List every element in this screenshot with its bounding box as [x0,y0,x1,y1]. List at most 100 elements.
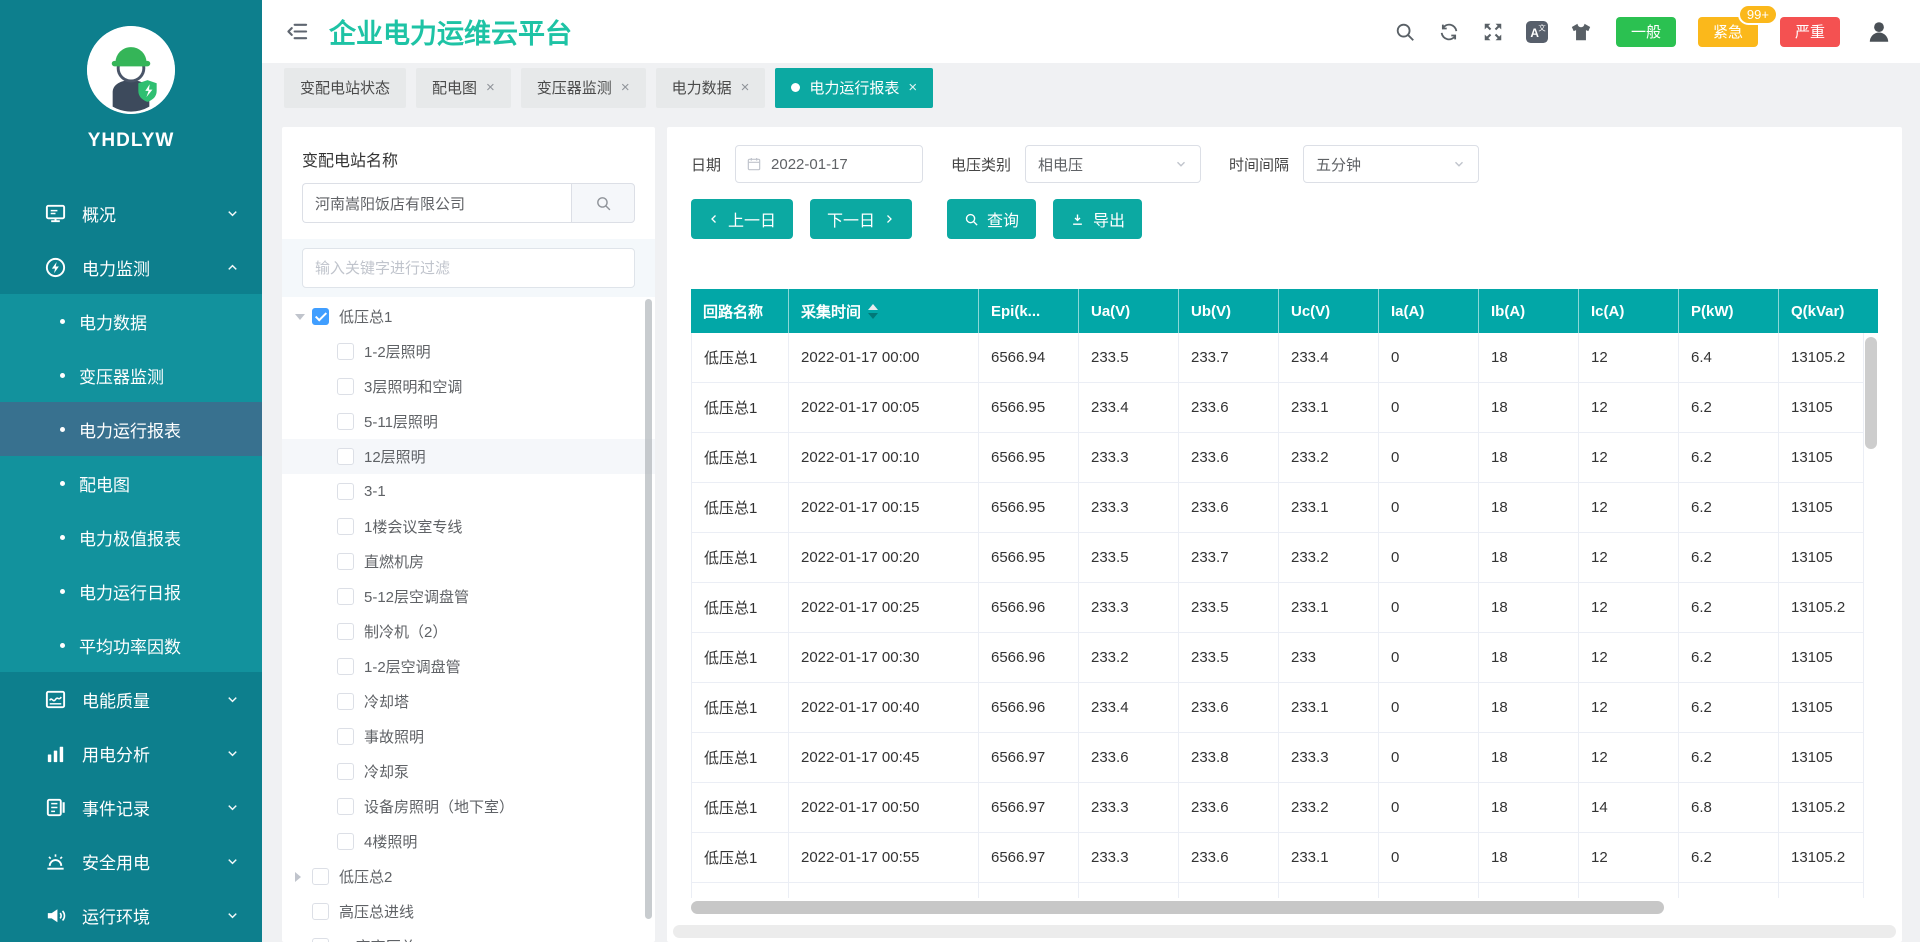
sidebar-menu-item[interactable]: 运行环境 [0,888,262,942]
checkbox[interactable] [312,903,329,920]
table-row [691,883,1864,898]
table-cell: 低压总1 [691,483,789,533]
checkbox[interactable] [337,588,354,605]
close-tab-icon[interactable]: × [741,79,750,96]
expander-icon[interactable] [295,872,312,882]
checkbox[interactable] [337,763,354,780]
checkbox[interactable] [337,693,354,710]
alarm-badge[interactable]: 紧急99+ [1698,17,1758,47]
expander-icon[interactable] [295,314,312,320]
checkbox[interactable] [312,938,329,942]
checkbox[interactable] [312,868,329,885]
alarm-badge[interactable]: 严重 [1780,17,1840,47]
checkbox[interactable] [312,308,329,325]
checkbox[interactable] [337,413,354,430]
collapse-menu-icon[interactable] [286,20,309,43]
tree-filter-input[interactable] [302,248,635,288]
table-cell: 0 [1379,783,1479,833]
date-picker[interactable]: 2022-01-17 [735,145,923,183]
checkbox[interactable] [337,728,354,745]
query-label: 查询 [987,207,1019,231]
user-icon[interactable] [1866,19,1892,45]
tree-node[interactable]: 低压总2 [282,859,655,894]
sidebar-menu-item[interactable]: 用电分析 [0,726,262,780]
tree-node[interactable]: 5-12层空调盘管 [282,579,655,614]
sidebar-submenu-item[interactable]: 变压器监测 [0,348,262,402]
table-vertical-scrollbar[interactable] [1865,337,1877,449]
sort-carets-icon[interactable] [868,304,878,319]
checkbox[interactable] [337,448,354,465]
tree-node[interactable]: 高压总进线 [282,894,655,929]
sidebar-menu-item[interactable]: 事件记录 [0,780,262,834]
panel-bottom-scrollbar[interactable] [673,925,1896,938]
column-header[interactable]: 采集时间 [789,289,979,333]
tree-node[interactable]: 1-2层空调盘管 [282,649,655,684]
table-cell: 2022-01-17 00:00 [789,333,979,383]
next-day-button[interactable]: 下一日 [810,199,912,239]
checkbox[interactable] [337,518,354,535]
sidebar-menu-item[interactable]: 安全用电 [0,834,262,888]
horizontal-scroll-thumb[interactable] [691,901,1664,914]
station-search-button[interactable] [571,183,635,223]
alarm-badge[interactable]: 一般 [1616,17,1676,47]
checkbox[interactable] [337,623,354,640]
bullet-icon [60,427,65,432]
tab-item[interactable]: 变压器监测× [521,68,646,108]
tree-node[interactable]: 3层照明和空调 [282,369,655,404]
voltage-type-select[interactable]: 相电压 [1025,145,1201,183]
close-tab-icon[interactable]: × [621,79,630,96]
refresh-icon[interactable] [1438,21,1460,43]
chevron-down-icon [225,692,240,707]
alarm-count-badge: 99+ [1738,4,1778,25]
fullscreen-icon[interactable] [1482,21,1504,43]
interval-select[interactable]: 五分钟 [1303,145,1479,183]
tree-node[interactable]: 12层照明 [282,439,655,474]
search-icon[interactable] [1394,21,1416,43]
sidebar-submenu-item[interactable]: 电力运行报表 [0,402,262,456]
tree-node[interactable]: 1楼会议室专线 [282,509,655,544]
tree-node[interactable]: 5-11层照明 [282,404,655,439]
sidebar-menu-item[interactable]: 电力监测 [0,240,262,294]
tree-node[interactable]: 低压总1 [282,299,655,334]
tree-node[interactable]: 冷却塔 [282,684,655,719]
close-tab-icon[interactable]: × [486,79,495,96]
tab-item[interactable]: 电力运行报表× [775,68,933,108]
sidebar-submenu-item[interactable]: 平均功率因数 [0,618,262,672]
tree-scrollbar[interactable] [645,299,652,919]
checkbox[interactable] [337,343,354,360]
station-search-input[interactable] [302,183,571,223]
tree-node[interactable]: 冷却泵 [282,754,655,789]
theme-icon[interactable] [1570,21,1592,43]
tree-node[interactable]: 直燃机房 [282,544,655,579]
sidebar-submenu-item[interactable]: 电力极值报表 [0,510,262,564]
export-button[interactable]: 导出 [1053,199,1142,239]
checkbox[interactable] [337,658,354,675]
checkbox[interactable] [337,553,354,570]
tab-item[interactable]: 变配电站状态 [284,68,406,108]
tree-node[interactable]: 3-1 [282,474,655,509]
tree-node[interactable]: 设备房照明（地下室） [282,789,655,824]
table-cell: 2022-01-17 00:05 [789,383,979,433]
sidebar-submenu-item[interactable]: 电力运行日报 [0,564,262,618]
table-cell: 233.5 [1079,333,1179,383]
checkbox[interactable] [337,378,354,395]
close-tab-icon[interactable]: × [908,79,917,96]
tree-node[interactable]: 1#变高压总 [282,929,655,942]
tab-item[interactable]: 电力数据× [656,68,766,108]
tab-item[interactable]: 配电图× [416,68,511,108]
checkbox[interactable] [337,833,354,850]
sidebar-submenu-item[interactable]: 电力数据 [0,294,262,348]
tree-node[interactable]: 4楼照明 [282,824,655,859]
checkbox[interactable] [337,483,354,500]
tree-node[interactable]: 制冷机（2） [282,614,655,649]
translate-icon[interactable]: A文 [1526,21,1548,43]
prev-day-button[interactable]: 上一日 [691,199,793,239]
sidebar-menu-item[interactable]: 电能质量 [0,672,262,726]
sidebar-menu-item[interactable]: 概况 [0,186,262,240]
sidebar-submenu-item[interactable]: 配电图 [0,456,262,510]
query-button[interactable]: 查询 [947,199,1036,239]
column-header: Ia(A) [1379,289,1479,333]
tree-node[interactable]: 1-2层照明 [282,334,655,369]
checkbox[interactable] [337,798,354,815]
tree-node[interactable]: 事故照明 [282,719,655,754]
